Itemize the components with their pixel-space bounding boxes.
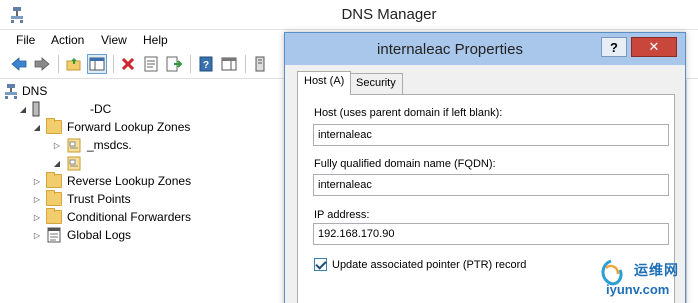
toolbar-separator (113, 55, 114, 73)
menu-view[interactable]: View (101, 33, 127, 47)
expand-arrow-icon[interactable]: ▷ (52, 141, 62, 150)
dialog-title-bar[interactable]: internaleac Properties ? ✕ (285, 33, 685, 65)
tree-item-zone[interactable]: ◢ (52, 154, 87, 172)
tree-item-server[interactable]: ◢ -DC (18, 100, 111, 118)
tree-label-reverse-zones: Reverse Lookup Zones (67, 174, 192, 188)
tree-label-conditional-forwarders: Conditional Forwarders (67, 210, 192, 224)
menu-file[interactable]: File (16, 33, 35, 47)
ip-address-input[interactable] (313, 223, 669, 245)
watermark-url-text: iyunv.com (606, 282, 670, 297)
tree-label-msdcs: _msdcs. (87, 138, 132, 152)
tab-security[interactable]: Security (349, 73, 403, 95)
window-title: DNS Manager (341, 6, 437, 23)
menu-help[interactable]: Help (143, 33, 168, 47)
expand-arrow-icon[interactable]: ▷ (32, 231, 42, 240)
folder-icon (46, 208, 62, 224)
update-ptr-checkbox[interactable] (314, 258, 327, 271)
tree-item-global-logs[interactable]: ▷ Global Logs (32, 226, 131, 244)
folder-icon (46, 172, 62, 188)
server-icon[interactable] (250, 54, 270, 74)
update-ptr-label: Update associated pointer (PTR) record (332, 258, 527, 271)
main-title-bar: DNS Manager (0, 0, 698, 30)
tree-label-trust-points: Trust Points (67, 192, 131, 206)
show-console-tree-icon[interactable] (87, 54, 107, 74)
host-label: Host (uses parent domain if left blank): (314, 107, 503, 119)
tree-item-dns[interactable]: DNS (4, 82, 47, 100)
tree-item-forward-lookup-zones[interactable]: ◢ Forward Lookup Zones (32, 118, 190, 136)
tree-label-dns: DNS (22, 84, 48, 98)
host-input[interactable] (313, 124, 669, 146)
log-icon (47, 227, 61, 243)
zone-icon (67, 138, 81, 153)
folder-icon (46, 118, 62, 134)
dialog-help-button[interactable]: ? (601, 37, 627, 57)
dns-icon (5, 84, 17, 99)
zone-icon (67, 156, 81, 171)
expand-arrow-icon[interactable]: ▷ (32, 177, 42, 186)
ip-address-label: IP address: (314, 209, 370, 221)
tab-host-a[interactable]: Host (A) (297, 71, 352, 95)
server-icon (32, 101, 40, 117)
expand-arrow-icon[interactable]: ▷ (32, 195, 42, 204)
watermark-logo: 运维网 iyunv.com (590, 252, 698, 303)
folder-icon (46, 190, 62, 206)
toolbar-separator (58, 55, 59, 73)
toolbar-separator (245, 55, 246, 73)
forward-icon[interactable] (32, 54, 52, 74)
export-list-icon[interactable] (164, 54, 184, 74)
svg-text:?: ? (203, 60, 209, 71)
fqdn-input[interactable] (313, 174, 669, 196)
tree-item-msdcs[interactable]: ▷ _msdcs. (52, 136, 132, 154)
tree-label-server: -DC (90, 102, 112, 116)
up-folder-icon[interactable] (64, 54, 84, 74)
help-book-icon[interactable]: ? (196, 54, 216, 74)
tree-label-global-logs: Global Logs (67, 228, 132, 242)
tree-item-reverse-lookup-zones[interactable]: ▷ Reverse Lookup Zones (32, 172, 191, 190)
console-tree: DNS ◢ -DC ◢ Forward Lookup Zones ▷ _msdc… (0, 82, 282, 303)
watermark-chinese-text: 运维网 (634, 262, 679, 278)
toolbar-separator (190, 55, 191, 73)
tree-label-forward-zones: Forward Lookup Zones (67, 120, 191, 134)
collapse-arrow-icon[interactable]: ◢ (52, 159, 62, 168)
update-ptr-row[interactable]: Update associated pointer (PTR) record (314, 258, 526, 271)
expand-arrow-icon[interactable]: ▷ (32, 213, 42, 222)
dialog-title: internaleac Properties (377, 41, 523, 58)
properties-icon[interactable] (141, 54, 161, 74)
delete-icon[interactable] (118, 54, 138, 74)
back-icon[interactable] (9, 54, 29, 74)
fqdn-label: Fully qualified domain name (FQDN): (314, 158, 496, 170)
collapse-arrow-icon[interactable]: ◢ (32, 123, 42, 132)
dialog-close-button[interactable]: ✕ (631, 37, 677, 57)
menu-action[interactable]: Action (51, 33, 84, 47)
collapse-arrow-icon[interactable]: ◢ (18, 105, 28, 114)
show-action-pane-icon[interactable] (219, 54, 239, 74)
tree-item-conditional-forwarders[interactable]: ▷ Conditional Forwarders (32, 208, 191, 226)
tree-item-trust-points[interactable]: ▷ Trust Points (32, 190, 131, 208)
